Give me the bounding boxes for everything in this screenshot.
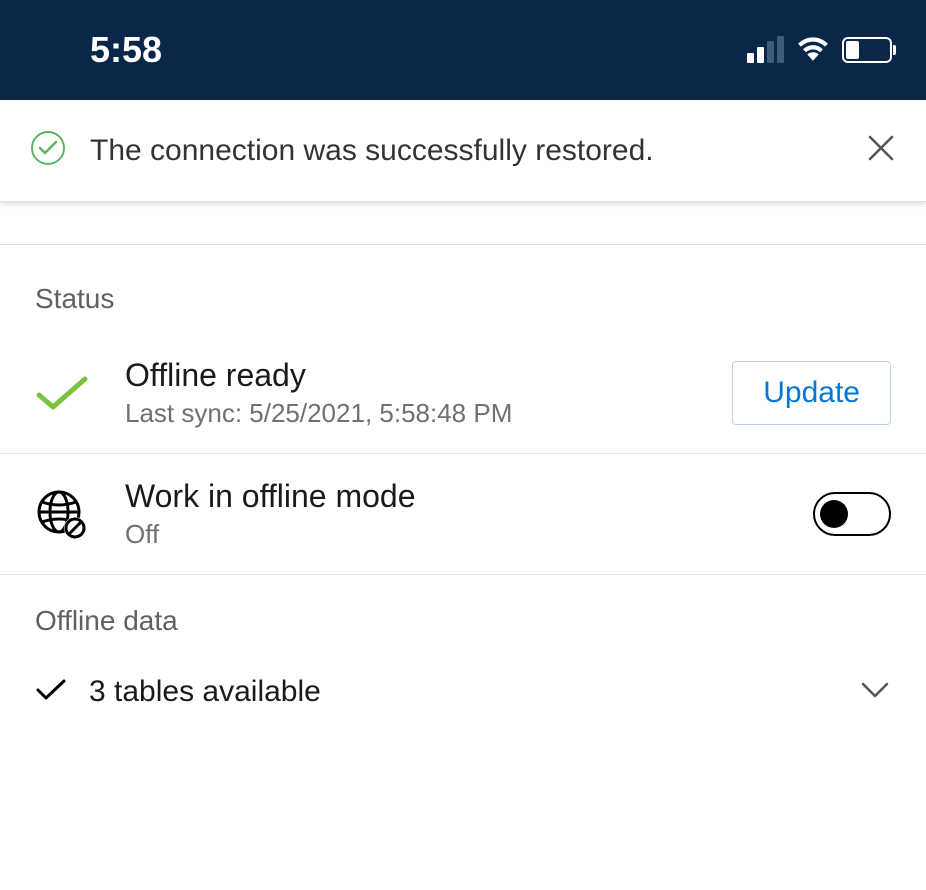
- offline-ready-row: Offline ready Last sync: 5/25/2021, 5:58…: [0, 333, 926, 454]
- battery-icon: [842, 37, 896, 63]
- offline-data-section-header: Offline data: [0, 575, 926, 655]
- tables-available-row[interactable]: 3 tables available: [0, 655, 926, 729]
- offline-ready-title: Offline ready: [125, 357, 702, 394]
- wifi-icon: [796, 35, 830, 66]
- update-button[interactable]: Update: [732, 361, 891, 425]
- offline-mode-state: Off: [125, 519, 783, 550]
- notification-banner: The connection was successfully restored…: [0, 100, 926, 202]
- status-section-header: Status: [0, 283, 926, 333]
- notification-text: The connection was successfully restored…: [90, 134, 842, 168]
- globe-offline-icon: [35, 488, 95, 540]
- check-icon: [35, 373, 95, 413]
- check-small-icon: [35, 678, 65, 707]
- status-bar: 5:58: [0, 0, 926, 100]
- main-content: Status Offline ready Last sync: 5/25/202…: [0, 244, 926, 729]
- close-icon[interactable]: [866, 133, 896, 168]
- offline-mode-title: Work in offline mode: [125, 478, 783, 515]
- status-icons: [747, 35, 896, 66]
- last-sync-text: Last sync: 5/25/2021, 5:58:48 PM: [125, 398, 702, 429]
- cellular-signal-icon: [747, 37, 784, 63]
- offline-mode-row: Work in offline mode Off: [0, 454, 926, 575]
- chevron-down-icon: [859, 680, 891, 705]
- tables-available-text: 3 tables available: [89, 675, 835, 709]
- success-check-icon: [30, 130, 66, 171]
- status-time: 5:58: [90, 29, 162, 71]
- offline-mode-toggle[interactable]: [813, 492, 891, 536]
